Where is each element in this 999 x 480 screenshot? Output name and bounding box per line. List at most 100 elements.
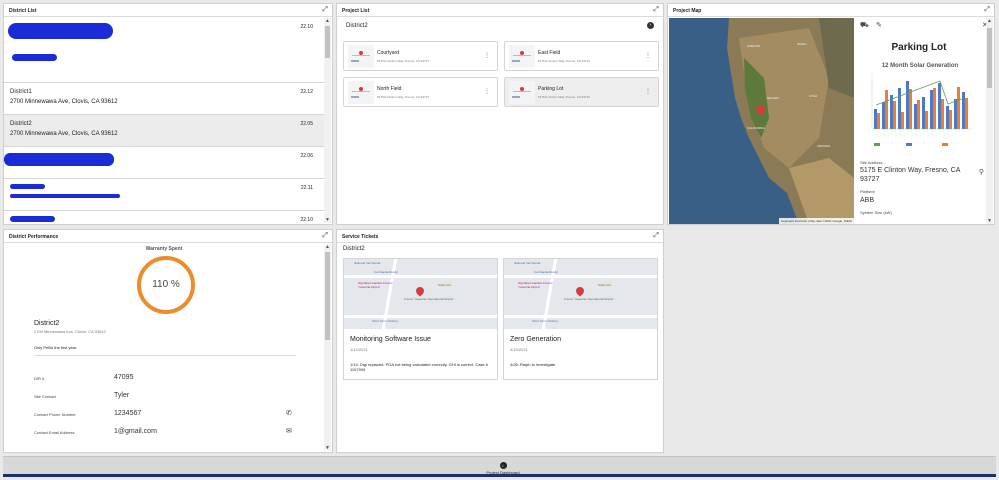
- scroll-thumb[interactable]: [325, 252, 330, 340]
- bottom-dock: i Project Dashboard: [3, 456, 996, 477]
- terrain-shapes: [727, 18, 854, 224]
- map-label: IDAHO: [797, 42, 807, 46]
- expand-icon[interactable]: ⤢: [653, 6, 659, 14]
- chart-graphic: [871, 73, 972, 146]
- project-detail-pane: ⛟ ✎ ✕ Parking Lot 12 Month Solar Generat…: [854, 18, 994, 224]
- system-size-label: System Size (kW): [860, 210, 892, 215]
- map-label: Fresno Yosemite International Airport: [564, 297, 614, 301]
- chart-bar: [922, 97, 925, 129]
- scrollbar[interactable]: ▲ ▼: [986, 18, 993, 224]
- map-label: CALIFORNIA: [747, 126, 766, 130]
- chart-bar: [941, 99, 944, 129]
- service-ticket-card[interactable]: National Car Rental Car Rental Return Wy…: [343, 258, 498, 380]
- district-row[interactable]: 22.06: [4, 147, 325, 179]
- platform-value: ABB: [860, 197, 875, 204]
- chart-bar: [885, 90, 888, 129]
- project-list-panel: Project List ⤢ District2 › Courtyard 517…: [336, 3, 664, 225]
- field-value: 1@gmail.com: [114, 428, 157, 435]
- project-address: 5175 E Clinton Way, Fresno, CA 93727: [538, 59, 591, 63]
- district-row-selected[interactable]: District2 2700 Minnewawa Ave, Clovis, CA…: [4, 115, 325, 147]
- scroll-thumb[interactable]: [325, 26, 330, 58]
- panel-title: District Performance: [9, 234, 59, 240]
- map-thumbnail: [509, 81, 535, 104]
- project-card[interactable]: Courtyard 5175 E Clinton Way, Fresno, CA…: [343, 41, 498, 71]
- district-selector[interactable]: District2 ›: [337, 17, 663, 35]
- satellite-map[interactable]: OREGON IDAHO NEVADA UTAH CALIFORNIA ARIZ…: [669, 18, 854, 224]
- scroll-thumb[interactable]: [987, 28, 992, 88]
- expand-icon[interactable]: ⤢: [984, 6, 990, 14]
- expand-icon[interactable]: ⤢: [322, 6, 328, 14]
- project-address: 5175 E Clinton Way, Fresno, CA 93727: [538, 95, 591, 99]
- field-value: 1234567: [114, 410, 142, 417]
- ticket-note: 4/26: Ralph to investigate.: [510, 362, 557, 367]
- scrollbar[interactable]: ▲ ▼: [324, 244, 331, 451]
- map-label: NEVADA: [767, 96, 780, 100]
- scroll-up-icon[interactable]: ▲: [324, 18, 331, 24]
- project-card[interactable]: East Field 5175 E Clinton Way, Fresno, C…: [504, 41, 659, 71]
- field-label: Contact Phone Number: [34, 412, 76, 417]
- arrow-right-icon[interactable]: ›: [647, 22, 654, 29]
- map-thumbnail: [348, 81, 374, 104]
- more-vert-icon[interactable]: ⋮: [645, 52, 651, 59]
- info-icon: i: [499, 462, 507, 469]
- chart-bar: [909, 89, 912, 129]
- district-name: District2: [10, 121, 32, 127]
- district-name: District2: [343, 246, 365, 252]
- scroll-up-icon[interactable]: ▲: [986, 18, 993, 24]
- redaction-mark: [12, 54, 57, 61]
- more-vert-icon[interactable]: ⋮: [484, 52, 490, 59]
- chart-bar: [949, 110, 952, 129]
- district-note: Only PeBu the first year.: [34, 345, 78, 350]
- district-date: 22.10: [300, 217, 313, 223]
- field-label: Contact Email Address: [34, 430, 75, 435]
- chart-bar: [906, 81, 909, 129]
- car-icon[interactable]: ⛟: [860, 21, 869, 30]
- panel-header: Service Tickets ⤢: [337, 230, 663, 243]
- project-card[interactable]: North Field 5175 E Clinton Way, Fresno, …: [343, 77, 498, 107]
- expand-icon[interactable]: ⤢: [322, 232, 328, 240]
- solar-generation-chart: 12 Month Solar Generation: [860, 63, 980, 155]
- gauge-value: 110 %: [152, 279, 180, 290]
- ticket-note: 1/14: Digi replaced. PGA not being calcu…: [350, 362, 488, 372]
- district-row[interactable]: District1 2700 Minnewawa Ave, Clovis, CA…: [4, 83, 325, 115]
- more-vert-icon[interactable]: ⋮: [645, 88, 651, 95]
- field-label: DIR #: [34, 376, 45, 381]
- district-address: 2700 Minnewawa Ave, Clovis, CA 93612: [10, 99, 118, 105]
- project-card-selected[interactable]: Parking Lot 5175 E Clinton Way, Fresno, …: [504, 77, 659, 107]
- scroll-up-icon[interactable]: ▲: [324, 244, 331, 250]
- panel-header: Project Map ⤢: [668, 4, 994, 17]
- ticket-map: National Car Rental Car Rental Return Wy…: [344, 259, 497, 329]
- chart-bar: [954, 99, 957, 129]
- chart-bar: [938, 83, 941, 129]
- district-performance-panel: District Performance ⤢ Warranty Spent 11…: [3, 229, 333, 453]
- district-row[interactable]: 22.11: [4, 179, 325, 211]
- district-date: 22.12: [300, 89, 313, 95]
- chart-bar: [962, 92, 965, 129]
- chart-bar: [914, 104, 917, 129]
- district-date: 22.10: [300, 24, 313, 30]
- edit-icon[interactable]: ✎: [876, 21, 882, 29]
- phone-icon[interactable]: ✆: [286, 409, 292, 417]
- service-ticket-card[interactable]: National Car Rental Car Rental Return Wy…: [503, 258, 658, 380]
- panel-title: Project List: [342, 8, 370, 14]
- district-row[interactable]: 22.10: [4, 18, 325, 83]
- district-row[interactable]: 22.10: [4, 211, 325, 224]
- scroll-down-icon[interactable]: ▼: [324, 445, 331, 451]
- field-value: Tyler: [114, 392, 130, 399]
- more-vert-icon[interactable]: ⋮: [484, 88, 490, 95]
- scroll-down-icon[interactable]: ▼: [986, 218, 993, 224]
- scroll-down-icon[interactable]: ▼: [324, 217, 331, 223]
- location-pin-icon[interactable]: ⚲: [979, 168, 984, 176]
- scrollbar[interactable]: ▲ ▼: [324, 18, 331, 223]
- district-date: 22.05: [300, 121, 313, 127]
- field-label: Site Contact: [34, 394, 56, 399]
- platform-label: Platform: [860, 189, 875, 194]
- map-marker-icon: [574, 285, 586, 297]
- map-label: Short Term Parking: [372, 319, 398, 323]
- map-marker-icon: [414, 285, 426, 297]
- email-icon[interactable]: ✉: [286, 427, 292, 435]
- expand-icon[interactable]: ⤢: [653, 232, 659, 240]
- chart-bar: [930, 90, 933, 129]
- redaction-mark: [10, 216, 55, 222]
- map-label: Wyndham Garden Fresno Yosemite Airport: [518, 281, 553, 289]
